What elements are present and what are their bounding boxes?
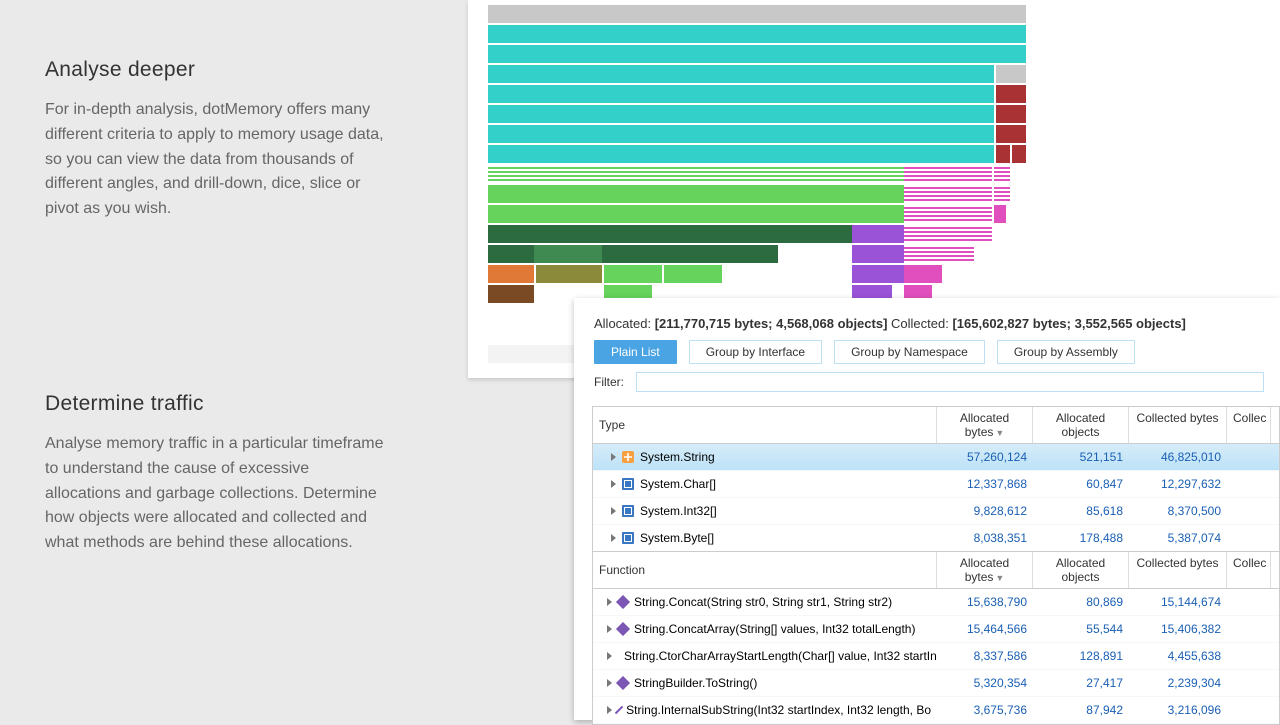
table-row[interactable]: StringBuilder.ToString()5,320,35427,4172… (593, 670, 1279, 697)
col-alloc-objects2[interactable]: Allocated objects (1033, 552, 1129, 588)
tab-group-by-namespace[interactable]: Group by Namespace (834, 340, 985, 364)
col-type[interactable]: Type (593, 407, 937, 443)
flame-segment[interactable] (996, 105, 1026, 123)
functions-table[interactable]: Function Allocated bytes▼ Allocated obje… (592, 551, 1280, 725)
flame-segment[interactable] (488, 45, 1026, 63)
table-row[interactable]: String.Concat(String str0, String str1, … (593, 589, 1279, 616)
flame-segment[interactable] (904, 225, 992, 243)
expand-icon[interactable] (611, 507, 616, 515)
section-body-analyse: For in-depth analysis, dotMemory offers … (45, 98, 385, 222)
filter-label: Filter: (594, 375, 624, 389)
flame-segment[interactable] (488, 245, 534, 263)
expand-icon[interactable] (607, 679, 612, 687)
flame-segment[interactable] (852, 225, 904, 243)
flame-segment[interactable] (488, 65, 994, 83)
col-collected-bytes2[interactable]: Collected bytes (1129, 552, 1227, 588)
tab-plain-list[interactable]: Plain List (594, 340, 677, 364)
method-icon (614, 652, 621, 659)
flame-segment[interactable] (996, 145, 1010, 163)
filter-input[interactable] (636, 372, 1264, 392)
type-icon (622, 478, 634, 490)
flame-segment[interactable] (994, 165, 1010, 183)
col-alloc-bytes2[interactable]: Allocated bytes▼ (937, 552, 1033, 588)
table-row[interactable]: System.Byte[]8,038,351178,4885,387,074 (593, 525, 1279, 552)
flame-segment[interactable] (904, 205, 992, 223)
flame-segment[interactable] (488, 265, 534, 283)
expand-icon[interactable] (607, 598, 612, 606)
flame-segment[interactable] (488, 5, 1026, 23)
table-row[interactable]: System.String57,260,124521,15146,825,010 (593, 444, 1279, 471)
flame-segment[interactable] (488, 25, 1026, 43)
col-function[interactable]: Function (593, 552, 937, 588)
screenshot-traffic: Allocated: [211,770,715 bytes; 4,568,068… (574, 298, 1280, 720)
flame-segment[interactable] (602, 245, 778, 263)
flame-segment[interactable] (604, 265, 662, 283)
col-collected-bytes[interactable]: Collected bytes (1129, 407, 1227, 443)
expand-icon[interactable] (607, 706, 612, 714)
flame-segment[interactable] (904, 165, 992, 183)
flame-segment[interactable] (994, 205, 1006, 223)
method-icon (616, 595, 630, 609)
expand-icon[interactable] (607, 625, 612, 633)
col-alloc-bytes[interactable]: Allocated bytes▼ (937, 407, 1033, 443)
tab-group-by-assembly[interactable]: Group by Assembly (997, 340, 1135, 364)
col-collected-objects[interactable]: Collec (1227, 407, 1271, 443)
flame-segment[interactable] (534, 245, 602, 263)
grouping-tabs: Plain List Group by Interface Group by Nam… (594, 340, 1135, 364)
flame-segment[interactable] (488, 225, 852, 243)
table-row[interactable]: System.Char[]12,337,86860,84712,297,632 (593, 471, 1279, 498)
method-icon (616, 622, 630, 636)
expand-icon[interactable] (611, 453, 616, 461)
table-row[interactable]: String.CtorCharArrayStartLength(Char[] v… (593, 643, 1279, 670)
flame-segment[interactable] (852, 245, 904, 263)
section-body-traffic: Analyse memory traffic in a particular t… (45, 432, 385, 556)
method-icon (615, 706, 624, 715)
allocation-summary: Allocated: [211,770,715 bytes; 4,568,068… (594, 316, 1186, 331)
flame-segment[interactable] (488, 125, 994, 143)
type-icon (622, 532, 634, 544)
flame-segment[interactable] (996, 85, 1026, 103)
flame-segment[interactable] (488, 105, 994, 123)
section-title-analyse: Analyse deeper (45, 58, 385, 82)
section-title-traffic: Determine traffic (45, 392, 385, 416)
flame-segment[interactable] (488, 165, 904, 183)
flame-segment[interactable] (664, 265, 722, 283)
flame-segment[interactable] (1012, 145, 1026, 163)
flame-segment[interactable] (536, 265, 602, 283)
table-row[interactable]: System.Int32[]9,828,61285,6188,370,500 (593, 498, 1279, 525)
flame-segment[interactable] (488, 85, 994, 103)
flame-segment[interactable] (996, 65, 1026, 83)
flame-segment[interactable] (994, 185, 1010, 203)
flame-segment[interactable] (488, 145, 994, 163)
flame-segment[interactable] (488, 185, 904, 203)
col-collected-objects2[interactable]: Collec (1227, 552, 1271, 588)
expand-icon[interactable] (607, 652, 612, 660)
expand-icon[interactable] (611, 480, 616, 488)
flame-segment[interactable] (904, 245, 974, 263)
flame-segment[interactable] (904, 185, 992, 203)
flame-segment[interactable] (488, 285, 534, 303)
col-alloc-objects[interactable]: Allocated objects (1033, 407, 1129, 443)
flame-segment[interactable] (996, 125, 1026, 143)
flame-segment[interactable] (488, 205, 904, 223)
method-icon (616, 676, 630, 690)
expand-icon[interactable] (611, 534, 616, 542)
type-icon (622, 505, 634, 517)
flame-segment[interactable] (904, 265, 942, 283)
tab-group-by-interface[interactable]: Group by Interface (689, 340, 822, 364)
flame-segment[interactable] (852, 265, 904, 283)
table-row[interactable]: String.ConcatArray(String[] values, Int3… (593, 616, 1279, 643)
type-icon (622, 451, 634, 463)
types-table[interactable]: Type Allocated bytes▼ Allocated objects … (592, 406, 1280, 553)
